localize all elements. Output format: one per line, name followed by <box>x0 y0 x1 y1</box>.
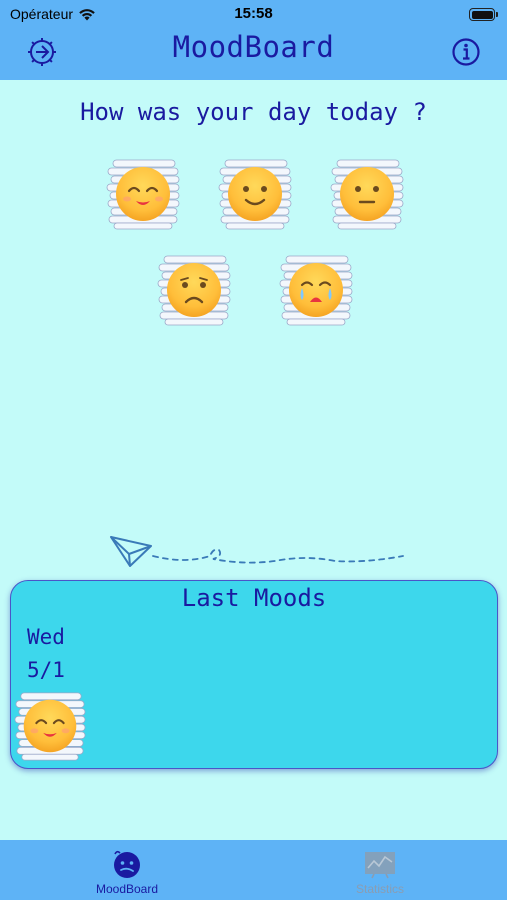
neutral-face-icon <box>330 159 404 230</box>
smiling-face-icon <box>106 159 180 230</box>
crying-face-icon <box>279 255 353 326</box>
tab-statistics[interactable]: Statistics <box>310 840 450 900</box>
sad-face-icon <box>157 255 231 326</box>
smiling-face-icon <box>14 692 86 761</box>
tab-moodboard[interactable]: MoodBoard <box>57 840 197 900</box>
tab-moodboard-label: MoodBoard <box>95 882 159 896</box>
happy-face-icon <box>218 159 292 230</box>
tab-bar: MoodBoard Statistics <box>0 840 507 900</box>
info-icon <box>452 38 480 66</box>
mood-button-crying[interactable] <box>278 252 354 328</box>
mood-question: How was your day today ? <box>80 98 427 126</box>
battery-icon <box>469 8 498 21</box>
status-bar: Opérateur 15:58 <box>0 0 507 30</box>
last-moods-title: Last Moods <box>181 584 327 612</box>
last-mood-entry[interactable] <box>13 689 87 763</box>
app-header: Opérateur 15:58 MoodBoard <box>0 0 507 80</box>
info-button[interactable] <box>450 36 482 68</box>
app-title: MoodBoard <box>172 30 335 64</box>
moodboard-tab-icon <box>114 850 140 878</box>
statistics-chart-icon <box>365 852 395 879</box>
mood-button-very-happy[interactable] <box>105 156 181 232</box>
tab-statistics-label: Statistics <box>355 882 404 896</box>
paper-plane-decoration <box>110 536 404 567</box>
mood-button-neutral[interactable] <box>329 156 405 232</box>
mood-button-happy[interactable] <box>217 156 293 232</box>
entry-date: 5/1 <box>27 658 65 682</box>
mood-button-sad[interactable] <box>156 252 232 328</box>
entry-day: Wed <box>27 625 65 649</box>
last-moods-panel: Last Moods Wed 5/1 <box>10 580 498 769</box>
status-time: 15:58 <box>234 5 273 22</box>
